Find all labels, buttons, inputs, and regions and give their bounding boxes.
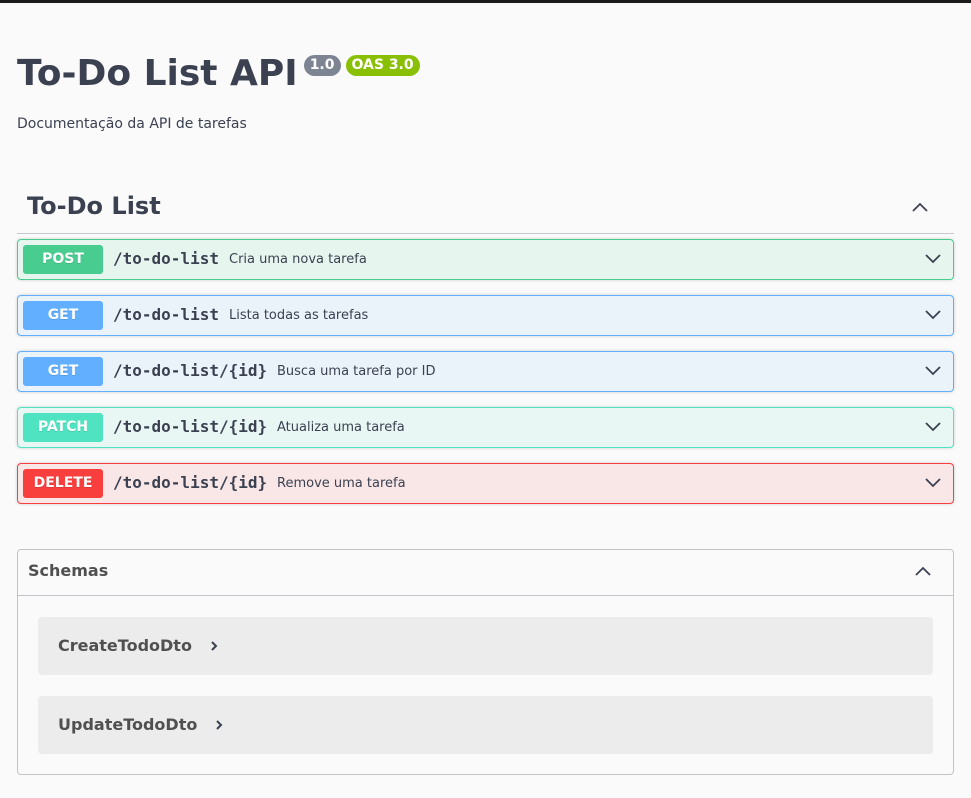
- version-badge: 1.0: [303, 55, 341, 76]
- tag-section-header[interactable]: To-Do List: [17, 186, 954, 234]
- chevron-down-icon[interactable]: [923, 305, 943, 325]
- chevron-up-icon[interactable]: [913, 561, 933, 581]
- operation-get-to-do-list-id[interactable]: GET /to-do-list/{id} Busca uma tarefa po…: [17, 351, 954, 392]
- operation-summary: Cria uma nova tarefa: [229, 252, 367, 267]
- oas-badge: OAS 3.0: [345, 55, 420, 76]
- chevron-down-icon[interactable]: [923, 361, 943, 381]
- method-badge: DELETE: [23, 469, 103, 498]
- api-info: To-Do List API 1.0 OAS 3.0: [17, 50, 420, 98]
- method-badge: GET: [23, 301, 103, 330]
- model-update-todo-dto[interactable]: UpdateTodoDto: [38, 696, 933, 754]
- page-title: To-Do List API: [17, 53, 298, 94]
- chevron-down-icon[interactable]: [923, 473, 943, 493]
- operation-get-to-do-list[interactable]: GET /to-do-list Lista todas as tarefas: [17, 295, 954, 336]
- operation-path: /to-do-list/{id}: [113, 417, 268, 436]
- operation-post-to-do-list[interactable]: POST /to-do-list Cria uma nova tarefa: [17, 239, 954, 280]
- top-bar: [0, 0, 971, 3]
- chevron-down-icon[interactable]: [923, 249, 943, 269]
- chevron-up-icon[interactable]: [910, 197, 930, 217]
- method-badge: GET: [23, 357, 103, 386]
- operation-summary: Remove uma tarefa: [277, 476, 406, 491]
- schemas-section: Schemas CreateTodoDto UpdateTodoDto: [17, 549, 954, 775]
- chevron-right-icon[interactable]: [208, 639, 220, 653]
- operation-path: /to-do-list: [113, 249, 219, 268]
- tag-title: To-Do List: [27, 192, 161, 220]
- operation-patch-to-do-list-id[interactable]: PATCH /to-do-list/{id} Atualiza uma tare…: [17, 407, 954, 448]
- operation-path: /to-do-list/{id}: [113, 361, 268, 380]
- api-description: Documentação da API de tarefas: [17, 116, 247, 132]
- operation-summary: Busca uma tarefa por ID: [277, 364, 436, 379]
- operation-summary: Lista todas as tarefas: [229, 308, 369, 323]
- model-create-todo-dto[interactable]: CreateTodoDto: [38, 617, 933, 675]
- operation-path: /to-do-list/{id}: [113, 473, 268, 492]
- model-name: UpdateTodoDto: [58, 715, 198, 734]
- model-name: CreateTodoDto: [58, 636, 192, 655]
- schemas-title: Schemas: [28, 561, 109, 580]
- chevron-right-icon[interactable]: [213, 718, 225, 732]
- operation-path: /to-do-list: [113, 305, 219, 324]
- schemas-header[interactable]: Schemas: [18, 550, 953, 596]
- operation-delete-to-do-list-id[interactable]: DELETE /to-do-list/{id} Remove uma taref…: [17, 463, 954, 504]
- method-badge: POST: [23, 245, 103, 274]
- chevron-down-icon[interactable]: [923, 417, 943, 437]
- operation-summary: Atualiza uma tarefa: [277, 420, 405, 435]
- method-badge: PATCH: [23, 413, 103, 442]
